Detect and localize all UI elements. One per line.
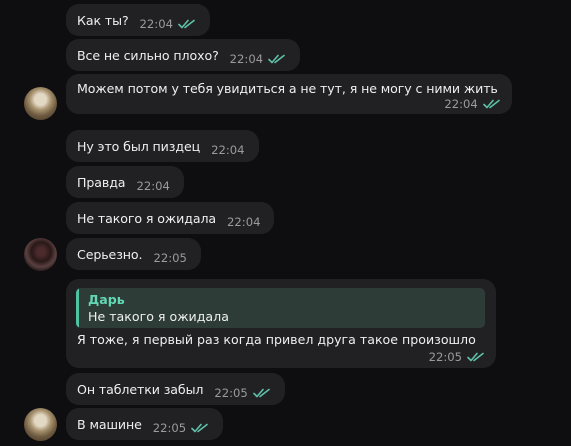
message-meta: 22:04 [444,97,500,111]
reply-quote[interactable]: Дарь Не такого я ожидала [76,288,485,328]
message-text: Серьезно. [77,246,143,262]
message-meta: 22:04 [230,52,286,66]
double-check-icon [467,352,485,362]
quote-accent-bar [76,288,79,328]
message-text: Все не сильно плохо? [77,47,219,63]
double-check-icon [268,54,286,64]
message-meta: 22:04 [140,17,196,31]
avatar[interactable] [24,87,57,120]
message-bubble[interactable]: Он таблетки забыл 22:05 [66,373,285,405]
message-meta: 22:04 [136,179,169,193]
message-time: 22:05 [153,251,187,265]
message-text: Как ты? [77,12,129,28]
message-bubble[interactable]: Все не сильно плохо? 22:04 [66,39,301,71]
message-bubble[interactable]: Не такого я ожидала 22:04 [66,202,275,234]
message-time: 22:04 [136,179,170,193]
message-time: 22:04 [139,17,173,31]
avatar[interactable] [24,408,57,441]
message-bubble[interactable]: В машине 22:05 [66,408,224,440]
message-time: 22:05 [214,386,248,400]
message-meta: 22:04 [211,143,244,157]
avatar[interactable] [24,238,57,271]
reply-message-bubble[interactable]: Дарь Не такого я ожидала Я тоже, я первы… [66,279,496,368]
message-bubble[interactable]: Серьезно. 22:05 [66,238,201,270]
message-time: 22:04 [227,215,261,229]
message-meta: 22:05 [153,421,209,435]
message-text: Можем потом у тебя увидиться а не тут, я… [77,80,498,96]
message-bubble[interactable]: Как ты? 22:04 [66,4,210,36]
message-text: Он таблетки забыл [77,381,204,397]
message-time: 22:04 [229,52,264,66]
message-meta: 22:05 [214,386,270,400]
message-time: 22:04 [444,97,478,111]
double-check-icon [482,99,501,109]
message-text: Не такого я ожидала [77,210,217,226]
message-time: 22:04 [211,143,245,157]
message-text: Я тоже, я первый раз когда привел друга … [77,332,476,347]
double-check-icon [178,19,196,29]
message-bubble[interactable]: Правда 22:04 [66,166,184,198]
message-bubble[interactable]: Можем потом у тебя увидиться а не тут, я… [66,74,512,114]
quote-text: Не такого я ожидала [88,309,229,324]
message-time: 22:05 [428,350,462,364]
double-check-icon [252,388,271,398]
quote-author: Дарь [88,292,125,307]
message-bubble[interactable]: Ну это был пиздец 22:04 [66,130,259,162]
message-text: В машине [77,416,142,432]
message-meta: 22:05 [429,350,485,364]
message-meta: 22:05 [153,251,186,265]
message-text: Ну это был пиздец [77,138,201,154]
double-check-icon [191,423,209,433]
message-meta: 22:04 [227,215,260,229]
message-time: 22:05 [152,421,187,435]
message-text: Правда [77,174,126,190]
